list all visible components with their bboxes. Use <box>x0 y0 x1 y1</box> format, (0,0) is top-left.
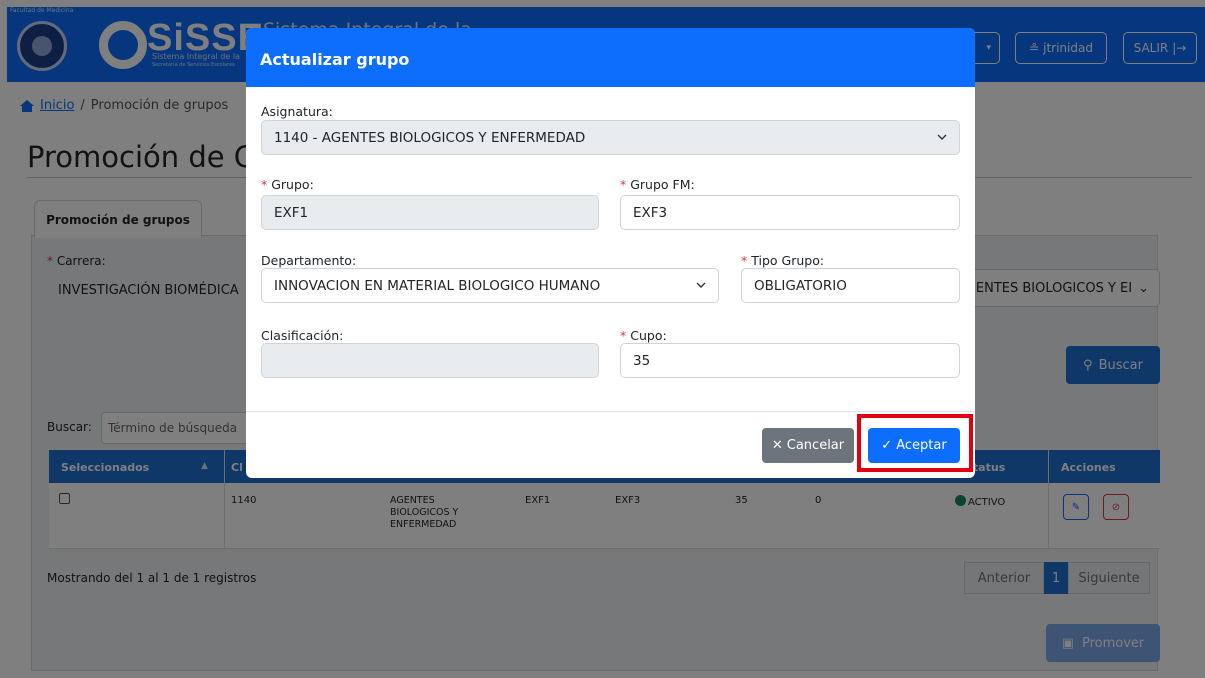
tipo-grupo-field[interactable]: OBLIGATORIO <box>741 268 960 303</box>
departamento-label: Departamento: <box>261 253 357 268</box>
grupo-fm-field[interactable]: EXF3 <box>620 195 960 230</box>
departamento-select[interactable]: INNOVACION EN MATERIAL BIOLOGICO HUMANO <box>261 268 719 303</box>
grupo-label: * Grupo: <box>261 177 314 192</box>
grupo-label-text: Grupo: <box>271 177 314 192</box>
actualizar-grupo-modal: Actualizar grupo Asignatura: 1140 - AGEN… <box>246 28 975 478</box>
modal-title: Actualizar grupo <box>246 28 975 87</box>
asignatura-value: 1140 - AGENTES BIOLOGICOS Y ENFERMEDAD <box>274 130 586 146</box>
clasificacion-label: Clasificación: <box>261 328 344 343</box>
required-mark: * <box>620 328 627 343</box>
tipo-grupo-label: * Tipo Grupo: <box>741 253 824 268</box>
grupo-fm-label: * Grupo FM: <box>620 177 695 192</box>
cupo-field[interactable]: 35 <box>620 343 960 378</box>
modal-footer-divider <box>246 411 975 412</box>
departamento-value: INNOVACION EN MATERIAL BIOLOGICO HUMANO <box>274 278 601 294</box>
asignatura-label: Asignatura: <box>261 104 333 119</box>
asignatura-select[interactable]: 1140 - AGENTES BIOLOGICOS Y ENFERMEDAD <box>261 120 960 155</box>
grupo-fm-label-text: Grupo FM: <box>630 177 695 192</box>
tipo-grupo-label-text: Tipo Grupo: <box>751 253 825 268</box>
grupo-field[interactable]: EXF1 <box>261 195 599 230</box>
accept-button-highlight <box>857 414 973 472</box>
required-mark: * <box>261 177 268 192</box>
chevron-down-icon <box>696 282 706 288</box>
cancel-button[interactable]: ✕ Cancelar <box>762 428 854 463</box>
chevron-down-icon <box>937 134 947 140</box>
cupo-label-text: Cupo: <box>630 328 667 343</box>
page: Facultad de Medicina SiSSE Sistema Integ… <box>0 0 1205 678</box>
required-mark: * <box>620 177 627 192</box>
cancel-label: Cancelar <box>786 438 845 453</box>
required-mark: * <box>741 253 748 268</box>
clasificacion-field[interactable] <box>261 343 599 378</box>
cupo-label: * Cupo: <box>620 328 667 343</box>
close-icon: ✕ <box>771 438 783 453</box>
